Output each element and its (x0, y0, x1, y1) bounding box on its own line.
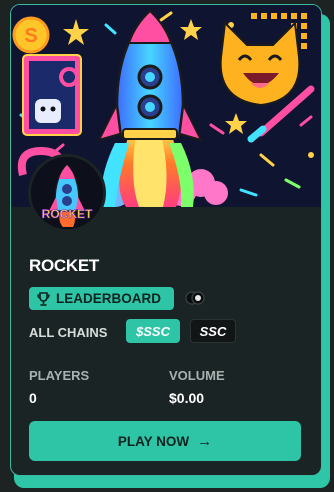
arrow-right-icon: → (197, 432, 213, 450)
chain-filter-ssc[interactable]: SSC (190, 319, 236, 343)
volume-label: VOLUME (169, 368, 225, 383)
svg-text:S: S (24, 25, 37, 47)
play-now-label: PLAY NOW (117, 433, 190, 449)
leaderboard-label: LEADERBOARD (56, 291, 162, 306)
players-label: PLAYERS (29, 368, 90, 383)
game-avatar: ROCKET (28, 154, 106, 232)
chain-toggle-icon[interactable] (185, 290, 205, 306)
volume-value: $0.00 (169, 390, 205, 406)
chains-label: ALL CHAINS (29, 325, 108, 340)
game-card[interactable]: S ROCKET ROCKET LEADERBOARD ALL CHAINS $… (10, 4, 322, 476)
chain-filter-ssc-token[interactable]: $SSC (126, 319, 180, 343)
game-title: ROCKET (29, 256, 99, 275)
play-now-button[interactable]: PLAY NOW → (29, 421, 301, 461)
svg-text:ROCKET: ROCKET (42, 207, 93, 221)
leaderboard-button[interactable]: LEADERBOARD (29, 287, 174, 310)
players-value: 0 (29, 390, 37, 406)
trophy-icon (37, 291, 50, 306)
